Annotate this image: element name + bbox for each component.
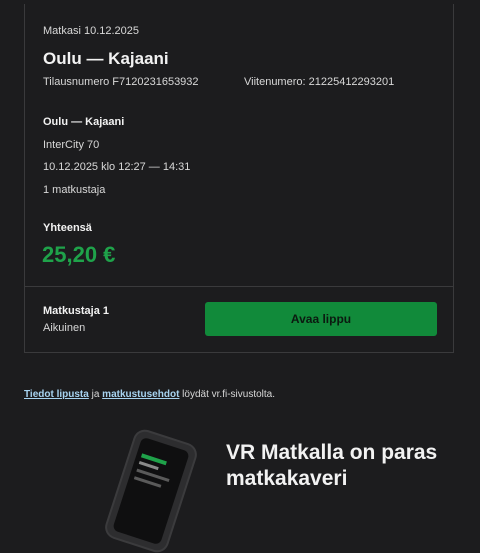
open-ticket-button[interactable]: Avaa lippu xyxy=(205,302,437,336)
traveller-type: Aikuinen xyxy=(43,322,86,334)
phone-ui-bar xyxy=(138,461,159,471)
order-number: Tilausnumero F7120231653932 xyxy=(43,76,199,88)
reference-number: Viitenumero: 21225412293201 xyxy=(244,76,395,88)
total-label: Yhteensä xyxy=(43,222,92,234)
segment-passengers: 1 matkustaja xyxy=(43,184,106,196)
segment-time: 10.12.2025 klo 12:27 — 14:31 xyxy=(43,161,191,173)
footer-and-text: ja xyxy=(88,389,103,400)
footer-suffix: löydät vr.fi-sivustolta. xyxy=(179,389,275,400)
phone-illustration xyxy=(104,429,198,553)
traveller-name: Matkustaja 1 xyxy=(43,305,110,317)
terms-link[interactable]: matkustusehdot xyxy=(102,389,179,400)
segment-train: InterCity 70 xyxy=(43,139,100,151)
phone-screen xyxy=(112,436,190,546)
promo-headline: VR Matkalla on paras matkakaveri xyxy=(226,441,438,490)
route-title: Oulu — Kajaani xyxy=(43,49,169,68)
card-divider xyxy=(25,286,453,287)
footer-note: Tiedot lipusta ja matkustusehdot löydät … xyxy=(24,389,275,400)
trip-date: Matkasi 10.12.2025 xyxy=(43,25,140,37)
segment-route: Oulu — Kajaani xyxy=(43,116,125,128)
order-card: Matkasi 10.12.2025 Oulu — Kajaani Tilaus… xyxy=(24,4,454,353)
total-price: 25,20 € xyxy=(42,242,116,267)
ticket-info-link[interactable]: Tiedot lipusta xyxy=(24,389,89,400)
